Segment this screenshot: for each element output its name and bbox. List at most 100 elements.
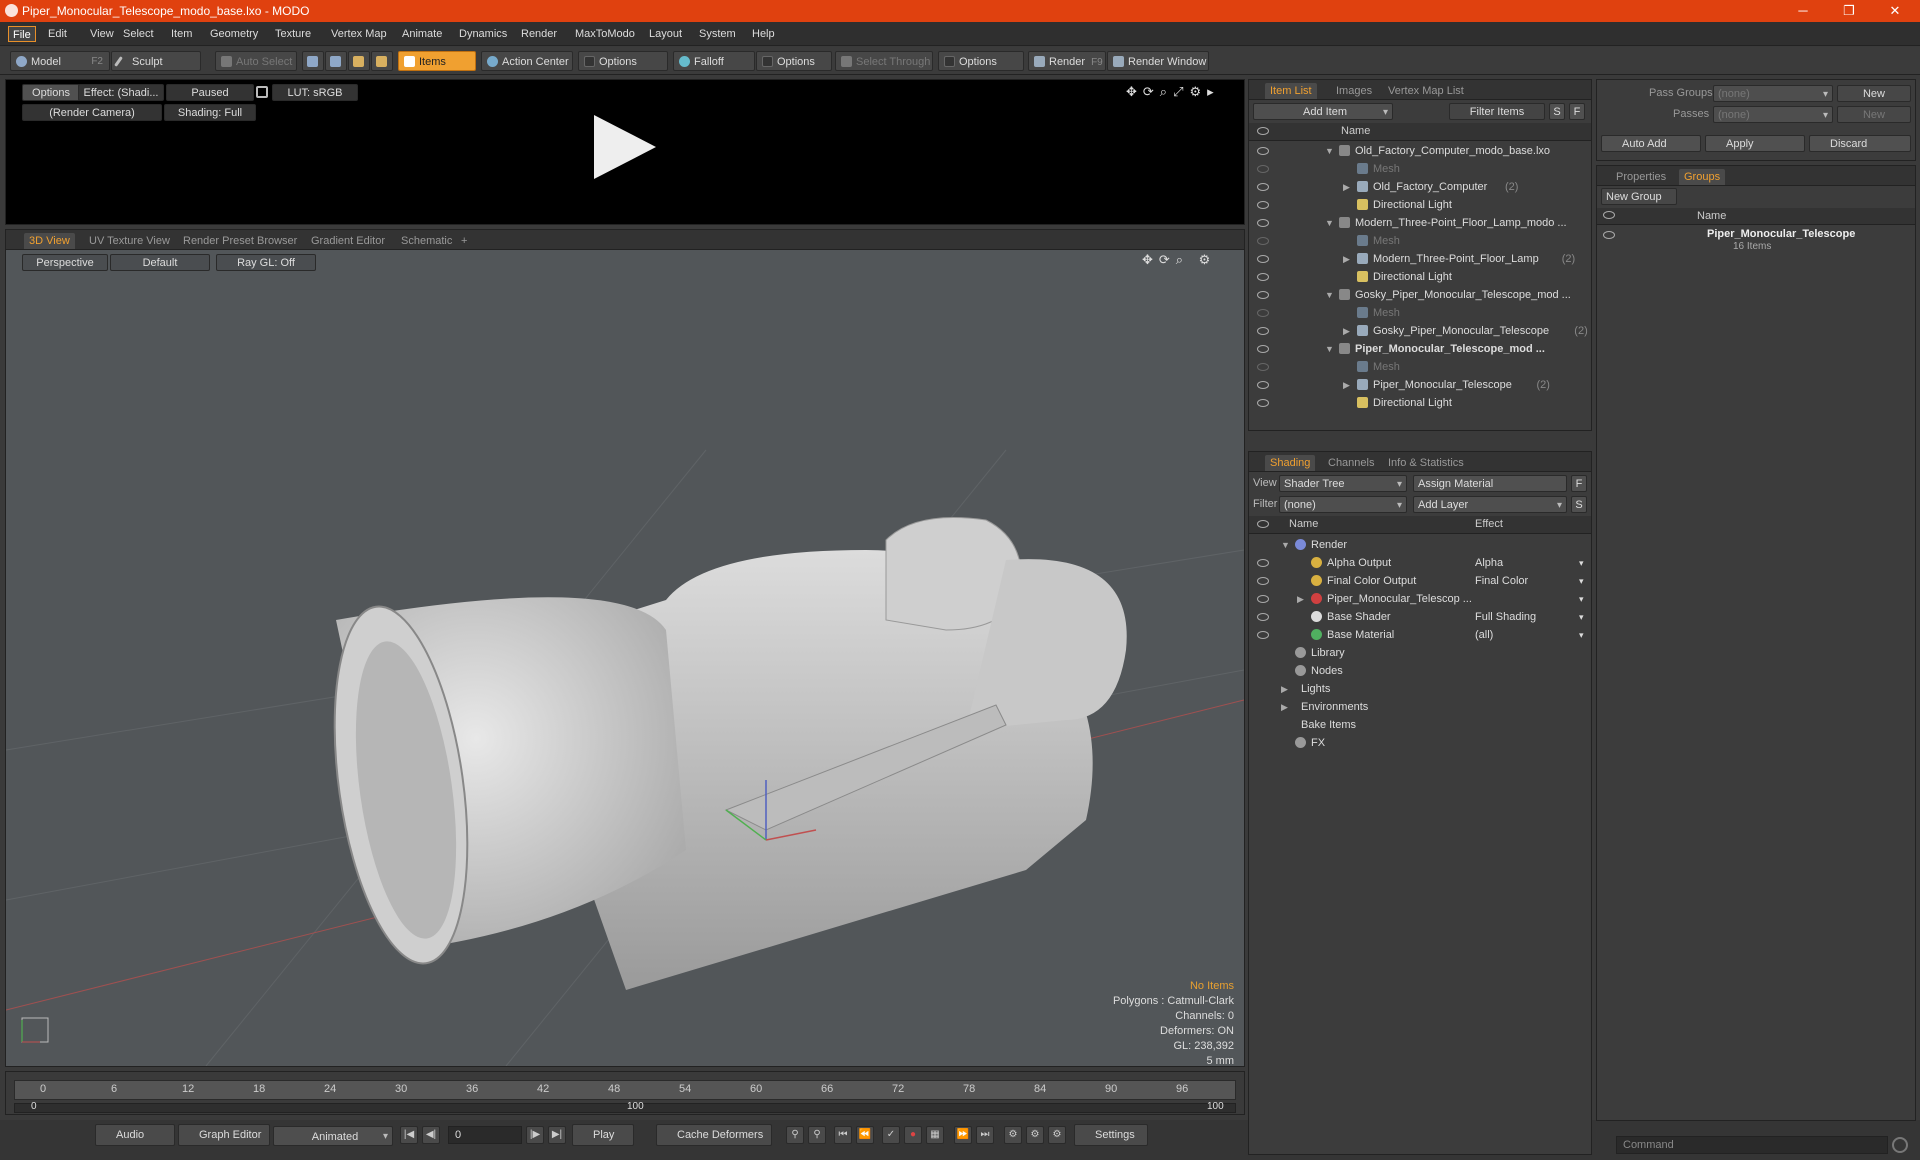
- shading-dropdown[interactable]: Shading: Full: [164, 104, 256, 121]
- collapse-arrow-icon[interactable]: ▼: [1325, 214, 1334, 232]
- action-center-button[interactable]: Action Center: [481, 51, 573, 71]
- command-history-icon[interactable]: [1892, 1137, 1908, 1153]
- timeline-range-bar[interactable]: 0 100 100: [14, 1101, 1236, 1113]
- item-list-row[interactable]: Mesh: [1249, 232, 1591, 250]
- shader-row[interactable]: Nodes: [1249, 662, 1591, 680]
- item-list-row[interactable]: Directional Light: [1249, 394, 1591, 412]
- tab-channels[interactable]: Channels: [1323, 455, 1379, 471]
- anim-tool-1-button[interactable]: ⚙: [1004, 1126, 1022, 1144]
- add-item-dropdown[interactable]: Add Item: [1253, 103, 1393, 120]
- jump-end-button[interactable]: ⏭: [976, 1126, 994, 1144]
- item-list-row[interactable]: ▼ Old_Factory_Computer_modo_base.lxo: [1249, 142, 1591, 160]
- frame-input[interactable]: 0: [448, 1126, 522, 1144]
- tab-info-statistics[interactable]: Info & Statistics: [1383, 455, 1469, 471]
- group-row[interactable]: Piper_Monocular_Telescope 16 Items: [1597, 226, 1915, 256]
- menu-item[interactable]: Item: [167, 26, 196, 42]
- collapse-arrow-icon[interactable]: ▼: [1325, 142, 1334, 160]
- auto-select-button[interactable]: Auto Select: [215, 51, 297, 71]
- tab-vertex-map-list[interactable]: Vertex Map List: [1383, 83, 1469, 99]
- key-button[interactable]: ✓: [882, 1126, 900, 1144]
- auto-add-button[interactable]: Auto Add: [1601, 135, 1701, 152]
- render-button[interactable]: Render F9: [1028, 51, 1106, 71]
- lock-icon[interactable]: [256, 86, 268, 98]
- item-list-row[interactable]: Mesh: [1249, 358, 1591, 376]
- assign-material-button[interactable]: Assign Material: [1413, 475, 1567, 492]
- shader-row[interactable]: Base Material (all) ▾: [1249, 626, 1591, 644]
- minimize-button[interactable]: ─: [1780, 0, 1826, 22]
- animated-dropdown[interactable]: Animated: [273, 1126, 393, 1146]
- visibility-eye-icon[interactable]: [1257, 577, 1269, 585]
- visibility-eye-icon[interactable]: [1257, 381, 1269, 389]
- visibility-eye-icon[interactable]: [1257, 255, 1269, 263]
- tab-render-preset-browser[interactable]: Render Preset Browser: [178, 233, 302, 249]
- item-list-row[interactable]: ▶ Piper_Monocular_Telescope (2): [1249, 376, 1591, 394]
- shader-row[interactable]: Library: [1249, 644, 1591, 662]
- visibility-eye-icon[interactable]: [1257, 559, 1269, 567]
- tab-item-list[interactable]: Item List: [1265, 83, 1317, 99]
- shader-row[interactable]: ▼ Render: [1249, 536, 1591, 554]
- anim-tool-3-button[interactable]: ⚙: [1048, 1126, 1066, 1144]
- shader-row[interactable]: Final Color Output Final Color ▾: [1249, 572, 1591, 590]
- chevron-down-icon[interactable]: ▾: [1579, 608, 1584, 626]
- effect-dropdown[interactable]: Effect: (Shadi...: [78, 84, 164, 101]
- expand-arrow-icon[interactable]: ▶: [1297, 590, 1304, 608]
- shader-row[interactable]: FX: [1249, 734, 1591, 752]
- menu-maxtomodo[interactable]: MaxToModo: [571, 26, 639, 42]
- effect-dropdown[interactable]: Final Color: [1475, 572, 1579, 590]
- menu-dynamics[interactable]: Dynamics: [455, 26, 511, 42]
- items-mode-button[interactable]: Items: [398, 51, 476, 71]
- anim-tool-2-button[interactable]: ⚙: [1026, 1126, 1044, 1144]
- graph-editor-button[interactable]: Graph Editor: [178, 1124, 270, 1146]
- item-list-row[interactable]: ▶ Old_Factory_Computer (2): [1249, 178, 1591, 196]
- next-key-button[interactable]: |▶: [526, 1126, 544, 1144]
- add-layer-dropdown[interactable]: Add Layer: [1413, 496, 1567, 513]
- pass-groups-dropdown[interactable]: (none): [1713, 85, 1833, 102]
- filter-dropdown[interactable]: (none): [1279, 496, 1407, 513]
- expand-arrow-icon[interactable]: ▶: [1281, 698, 1288, 716]
- visibility-eye-icon[interactable]: [1257, 363, 1269, 371]
- first-frame-button[interactable]: |◀: [400, 1126, 418, 1144]
- menu-animate[interactable]: Animate: [398, 26, 446, 42]
- paused-button[interactable]: Paused: [166, 84, 254, 101]
- visibility-eye-icon[interactable]: [1257, 613, 1269, 621]
- expand-arrow-icon[interactable]: ▶: [1343, 376, 1350, 394]
- lut-dropdown[interactable]: LUT: sRGB: [272, 84, 358, 101]
- item-list-row[interactable]: ▼ Piper_Monocular_Telescope_mod ...: [1249, 340, 1591, 358]
- chevron-down-icon[interactable]: ▾: [1579, 554, 1584, 572]
- item-list-row[interactable]: ▼ Gosky_Piper_Monocular_Telescope_mod ...: [1249, 286, 1591, 304]
- visibility-eye-icon[interactable]: [1257, 309, 1269, 317]
- collapse-arrow-icon[interactable]: ▼: [1281, 536, 1290, 554]
- play-button[interactable]: Play: [572, 1124, 634, 1146]
- audio-button[interactable]: Audio: [95, 1124, 175, 1146]
- shader-row[interactable]: ▶ Lights: [1249, 680, 1591, 698]
- expand-arrow-icon[interactable]: ▶: [1343, 250, 1350, 268]
- jump-next-button[interactable]: ⏩: [954, 1126, 972, 1144]
- visibility-eye-icon[interactable]: [1257, 201, 1269, 209]
- tab-shading[interactable]: Shading: [1265, 455, 1316, 471]
- visibility-eye-icon[interactable]: [1257, 219, 1269, 227]
- item-list-row[interactable]: ▼ Modern_Three-Point_Floor_Lamp_modo ...: [1249, 214, 1591, 232]
- filter-items-input[interactable]: Filter Items: [1449, 103, 1545, 120]
- auto-key-button[interactable]: ▦: [926, 1126, 944, 1144]
- effect-dropdown[interactable]: (all): [1475, 626, 1579, 644]
- key-tool-2-button[interactable]: ⚲: [808, 1126, 826, 1144]
- jump-start-button[interactable]: ⏮: [834, 1126, 852, 1144]
- tab-schematic[interactable]: Schematic: [396, 233, 457, 249]
- menu-edit[interactable]: Edit: [44, 26, 71, 42]
- collapse-arrow-icon[interactable]: ▼: [1325, 340, 1334, 358]
- materials-mode-button[interactable]: [371, 51, 393, 71]
- effect-dropdown[interactable]: Alpha: [1475, 554, 1579, 572]
- visibility-eye-icon[interactable]: [1257, 183, 1269, 191]
- tab-uv-texture-view[interactable]: UV Texture View: [84, 233, 175, 249]
- preview-options-button[interactable]: Options: [22, 84, 80, 101]
- menu-select[interactable]: Select: [119, 26, 158, 42]
- item-list-row[interactable]: Mesh: [1249, 304, 1591, 322]
- last-frame-button[interactable]: ▶|: [548, 1126, 566, 1144]
- discard-button[interactable]: Discard: [1809, 135, 1911, 152]
- telescope-scene[interactable]: [6, 250, 1244, 1066]
- collapse-arrow-icon[interactable]: ▼: [1325, 286, 1334, 304]
- record-button[interactable]: ●: [904, 1126, 922, 1144]
- polygons-mode-button[interactable]: [348, 51, 370, 71]
- maximize-button[interactable]: ❐: [1826, 0, 1872, 22]
- menu-render[interactable]: Render: [517, 26, 561, 42]
